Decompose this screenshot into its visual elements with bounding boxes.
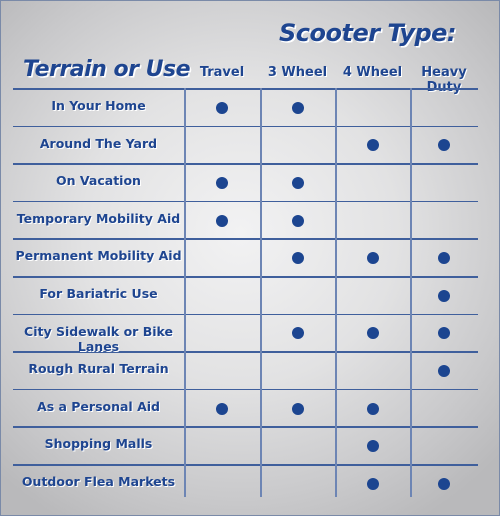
row-divider — [13, 313, 478, 316]
suitable-dot-icon — [438, 252, 450, 265]
row-divider — [13, 88, 478, 90]
suitable-dot-icon — [291, 252, 304, 265]
suitable-dot-icon — [438, 365, 450, 377]
suitable-dot-icon — [291, 402, 304, 415]
row-divider — [13, 163, 478, 165]
row-label: Permanent Mobility Aid — [15, 248, 182, 264]
suitable-dot-icon — [216, 177, 228, 189]
suitable-dot-icon — [438, 327, 450, 340]
suitable-dot-icon — [291, 214, 304, 227]
suitable-dot-icon — [366, 402, 379, 415]
suitable-dot-icon — [216, 402, 228, 415]
row-label: Shopping Malls — [44, 436, 153, 452]
row-label: For Bariatric Use — [39, 286, 158, 301]
row-divider — [13, 388, 478, 391]
row-label: On Vacation — [56, 173, 141, 189]
row-divider — [13, 464, 478, 466]
column-divider — [184, 88, 186, 497]
suitable-dot-icon — [216, 101, 228, 114]
row-label: Around The Yard — [39, 135, 158, 151]
suitable-dot-icon — [366, 139, 379, 152]
suitable-dot-icon — [366, 477, 379, 490]
row-label: Rough Rural Terrain — [28, 361, 169, 377]
suitable-dot-icon — [291, 101, 304, 114]
row-divider — [13, 238, 478, 240]
suitable-dot-icon — [366, 440, 379, 453]
row-header: Terrain or Use — [23, 57, 191, 82]
suitable-dot-icon — [291, 327, 304, 340]
suitable-dot-icon — [438, 139, 450, 152]
row-divider — [13, 200, 478, 203]
suitable-dot-icon — [438, 289, 450, 302]
scooter-comparison-chart: Scooter Type: Terrain or Use Travel 3 Whe… — [0, 0, 500, 516]
column-header: 3 Wheel — [267, 65, 328, 80]
row-label: City Sidewalk or Bike Lanes — [24, 323, 173, 354]
suitable-dot-icon — [216, 214, 228, 227]
row-label: Temporary Mobility Aid — [16, 210, 181, 226]
row-divider — [13, 125, 478, 128]
row-divider — [13, 426, 478, 428]
suitable-dot-icon — [291, 177, 304, 189]
column-divider — [410, 88, 412, 497]
row-label: As a Personal Aid — [37, 398, 160, 414]
row-label: In Your Home — [51, 98, 146, 113]
column-header: 4 Wheel — [342, 65, 403, 80]
suitable-dot-icon — [366, 327, 379, 340]
suitable-dot-icon — [366, 252, 379, 265]
column-header: Heavy Duty — [421, 65, 467, 95]
column-header: Travel — [199, 65, 245, 80]
suitable-dot-icon — [438, 477, 450, 490]
chart-title: Scooter Type: — [279, 19, 457, 47]
column-divider — [335, 88, 337, 497]
row-divider — [13, 276, 478, 278]
row-label: Outdoor Flea Markets — [21, 474, 176, 489]
column-divider — [260, 88, 262, 497]
